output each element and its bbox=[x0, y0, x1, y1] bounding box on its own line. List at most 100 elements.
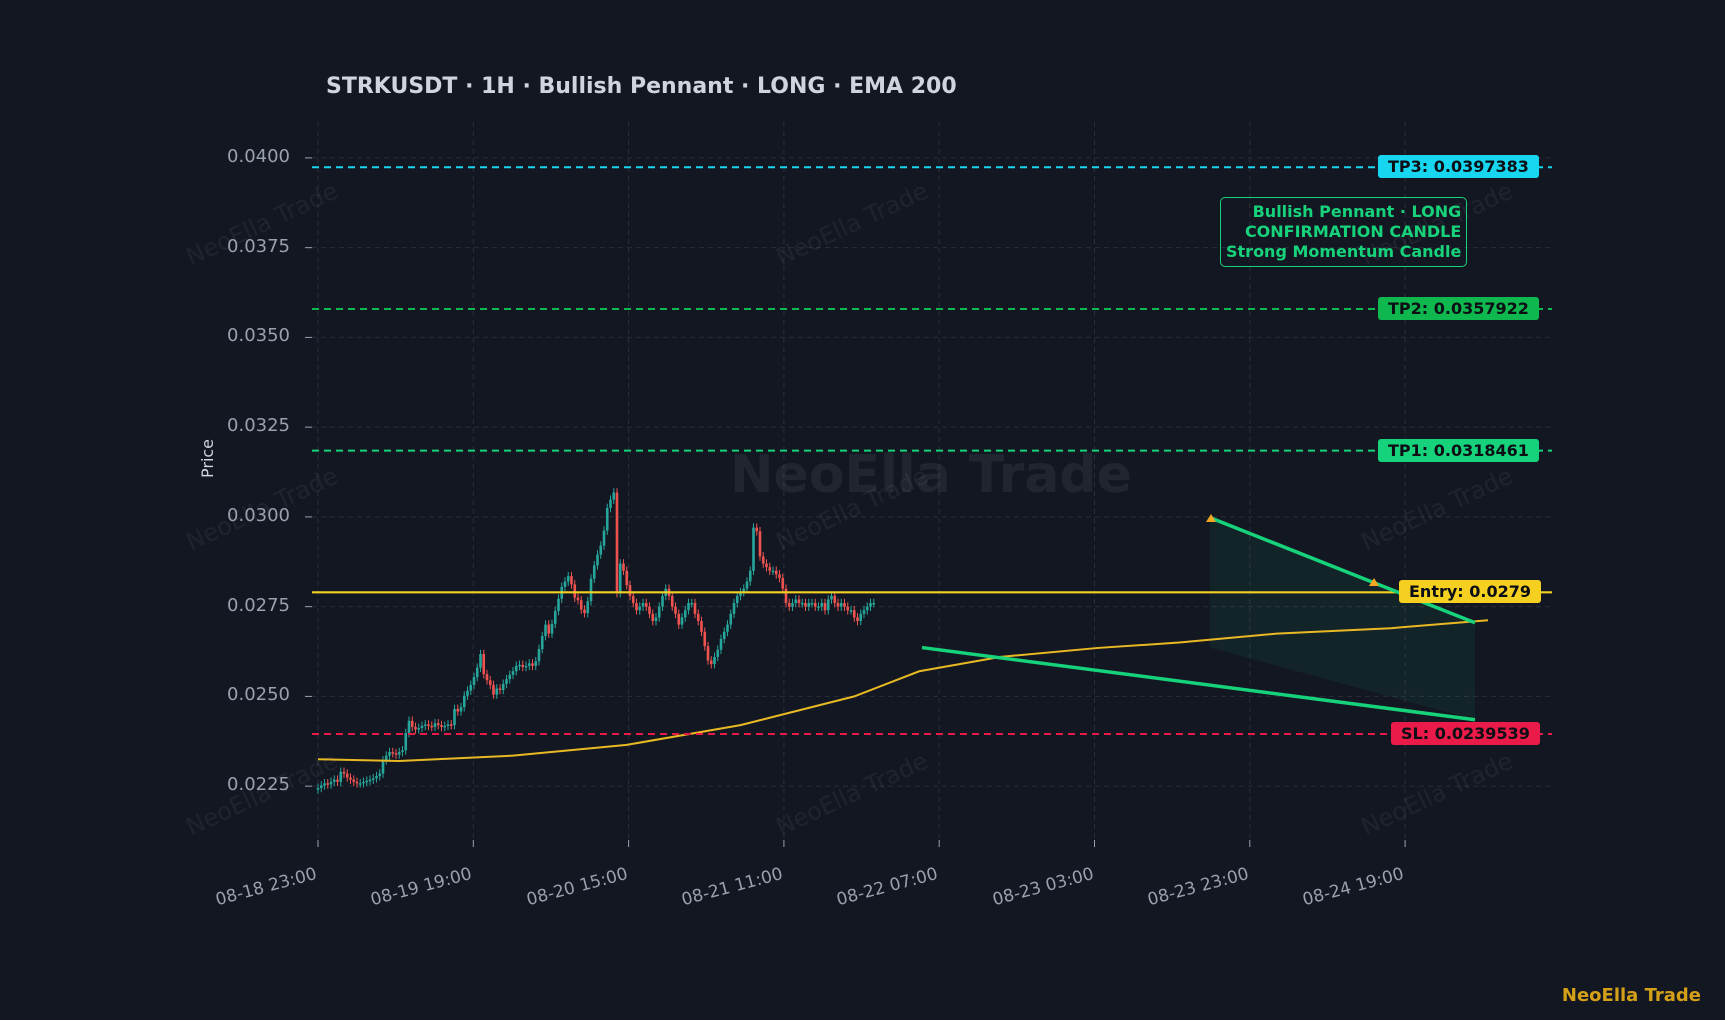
candle bbox=[654, 617, 658, 622]
candle bbox=[550, 623, 554, 634]
candle bbox=[449, 724, 453, 726]
candle bbox=[713, 656, 716, 665]
candle bbox=[583, 609, 586, 614]
candle bbox=[391, 752, 395, 754]
candle bbox=[518, 664, 521, 667]
candle bbox=[456, 708, 460, 712]
candle bbox=[505, 679, 508, 684]
candle bbox=[826, 599, 830, 611]
candle bbox=[397, 752, 401, 755]
candle bbox=[661, 595, 664, 607]
candle bbox=[495, 688, 499, 695]
candle bbox=[631, 595, 635, 604]
candle bbox=[479, 654, 482, 668]
candle bbox=[729, 613, 733, 625]
candle bbox=[436, 723, 440, 726]
candle bbox=[862, 610, 866, 614]
candle bbox=[618, 563, 622, 594]
candle bbox=[319, 785, 323, 788]
candle bbox=[859, 613, 863, 622]
candle bbox=[758, 531, 762, 557]
candle bbox=[745, 581, 749, 589]
candle bbox=[544, 624, 547, 637]
candle bbox=[332, 779, 336, 782]
candle bbox=[797, 599, 801, 604]
candle bbox=[482, 654, 486, 675]
candle bbox=[547, 624, 551, 634]
brand-logo: NeoElla Trade bbox=[1561, 985, 1701, 1006]
y-tick-label: 0.0250 bbox=[227, 684, 290, 706]
candle bbox=[563, 581, 567, 587]
candle bbox=[508, 674, 512, 680]
candle bbox=[417, 727, 421, 730]
candle bbox=[339, 771, 343, 782]
candle bbox=[830, 595, 833, 600]
candle bbox=[765, 563, 768, 568]
candle bbox=[511, 671, 515, 675]
candle bbox=[349, 777, 352, 780]
candle bbox=[648, 606, 651, 614]
y-tick-label: 0.0275 bbox=[227, 594, 290, 616]
candle bbox=[856, 617, 859, 622]
candle bbox=[755, 527, 759, 532]
tp1-label: TP1: 0.0318461 bbox=[1378, 438, 1539, 462]
candle bbox=[469, 684, 473, 691]
candle bbox=[579, 600, 583, 610]
candle bbox=[316, 787, 320, 790]
candle bbox=[521, 664, 525, 667]
candle bbox=[586, 601, 590, 614]
candle bbox=[800, 603, 804, 605]
candle bbox=[326, 783, 330, 785]
pattern-annotation: Bullish Pennant · LONG CONFIRMATION CAND… bbox=[1220, 197, 1468, 267]
candle bbox=[843, 603, 846, 607]
candle bbox=[823, 603, 827, 611]
candle bbox=[670, 595, 674, 607]
y-axis-label: Price bbox=[198, 438, 217, 478]
candle bbox=[430, 725, 434, 728]
annotation-line: CONFIRMATION CANDLE bbox=[1244, 222, 1462, 241]
candle bbox=[323, 783, 326, 786]
candle bbox=[781, 577, 785, 589]
candle bbox=[771, 570, 775, 573]
candle bbox=[625, 570, 629, 586]
candle bbox=[420, 725, 424, 728]
y-tick-label: 0.0225 bbox=[227, 774, 290, 796]
y-tick-label: 0.0300 bbox=[227, 504, 290, 526]
tp2-label: TP2: 0.0357922 bbox=[1378, 296, 1539, 320]
candle bbox=[443, 725, 447, 728]
candle bbox=[557, 598, 560, 611]
candle bbox=[706, 646, 710, 661]
candle bbox=[846, 606, 850, 611]
candle bbox=[534, 661, 538, 666]
candle bbox=[358, 783, 362, 785]
candle bbox=[599, 545, 603, 555]
candle bbox=[531, 663, 534, 666]
center-watermark: NeoElla Trade bbox=[730, 445, 1132, 505]
candle bbox=[820, 603, 824, 607]
candle bbox=[570, 576, 573, 585]
candle bbox=[501, 683, 505, 690]
candle bbox=[784, 588, 788, 604]
candle bbox=[410, 720, 414, 727]
candle bbox=[589, 578, 593, 602]
candle bbox=[693, 603, 697, 614]
candle bbox=[407, 720, 411, 734]
candle bbox=[804, 603, 807, 607]
candle bbox=[605, 507, 609, 531]
candle bbox=[459, 707, 463, 712]
candle bbox=[368, 779, 372, 782]
candle bbox=[371, 778, 375, 780]
candle bbox=[453, 708, 456, 726]
candle bbox=[651, 613, 655, 622]
candle bbox=[716, 649, 720, 657]
candle bbox=[592, 565, 596, 579]
candle bbox=[414, 726, 417, 730]
candle bbox=[345, 773, 349, 778]
candle bbox=[576, 597, 580, 601]
candle bbox=[674, 606, 677, 614]
candle bbox=[566, 576, 570, 582]
candle bbox=[394, 753, 398, 755]
candle bbox=[761, 556, 765, 564]
candle bbox=[683, 610, 687, 618]
candle bbox=[612, 492, 616, 500]
